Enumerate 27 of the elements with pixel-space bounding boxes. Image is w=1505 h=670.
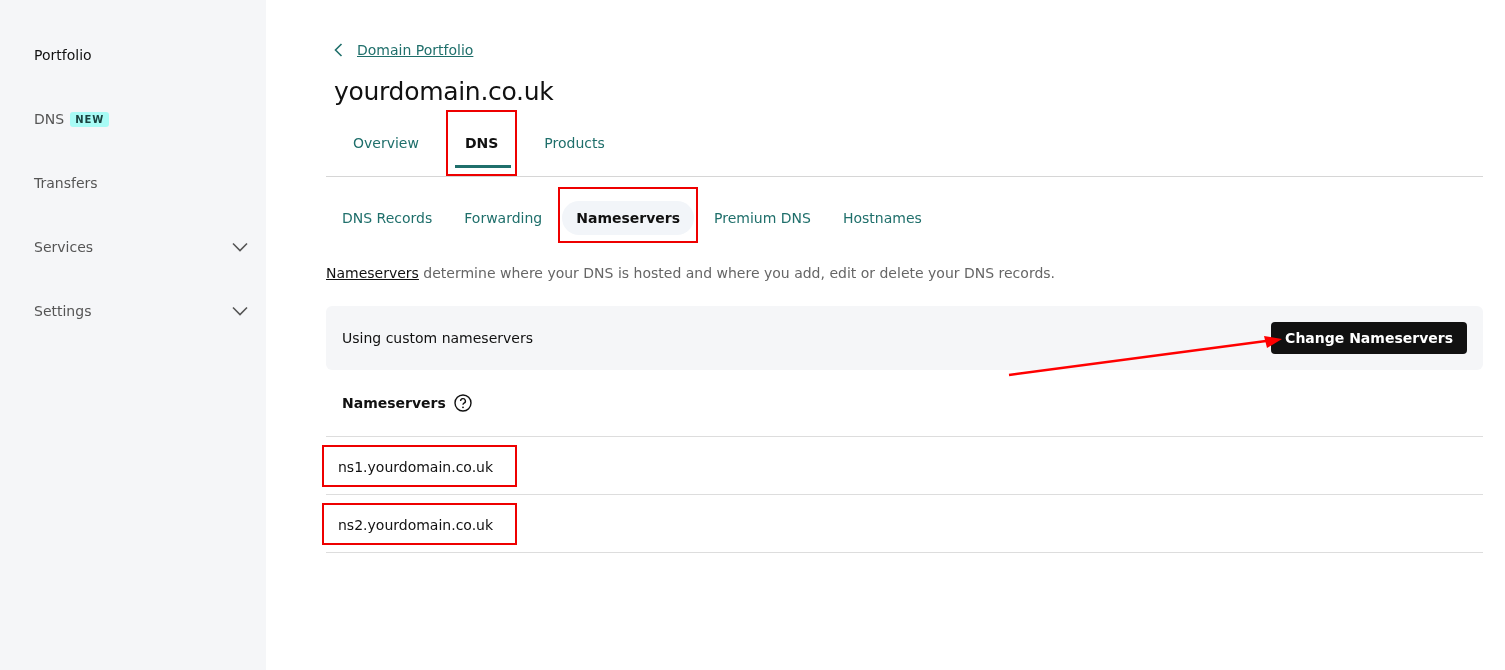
sidebar-item[interactable]: Services — [0, 215, 266, 279]
page-title: yourdomain.co.uk — [334, 77, 555, 106]
change-nameservers-button[interactable]: Change Nameservers — [1271, 322, 1467, 354]
new-badge: NEW — [70, 111, 110, 127]
back-chevron-icon[interactable] — [334, 43, 343, 57]
nameserver-value: ns1.yourdomain.co.uk — [322, 444, 518, 487]
chevron-down-icon — [232, 306, 248, 316]
sidebar-item[interactable]: Portfolio — [0, 23, 266, 87]
sub-tab[interactable]: Nameservers — [562, 201, 695, 235]
description-text: Nameservers determine where your DNS is hosted and where you add, edit or delete your DNS records. — [326, 265, 1057, 281]
sub-tab[interactable]: DNS Records — [328, 201, 447, 235]
sub-tab[interactable]: Premium DNS — [700, 201, 825, 235]
nameservers-link[interactable]: Nameservers — [326, 265, 419, 281]
tab[interactable]: Overview — [334, 110, 438, 176]
nameservers-heading: Nameservers — [342, 395, 446, 411]
status-text: Using custom nameservers — [342, 330, 533, 346]
breadcrumb-link[interactable]: Domain Portfolio — [357, 42, 474, 58]
sub-tab[interactable]: Hostnames — [828, 201, 936, 235]
nameserver-value: ns2.yourdomain.co.uk — [322, 502, 518, 545]
tab[interactable]: Products — [525, 110, 624, 176]
tab[interactable]: DNS — [445, 110, 518, 176]
help-icon[interactable] — [453, 394, 472, 412]
sidebar-item[interactable]: DNS NEW — [0, 87, 266, 151]
sidebar-item[interactable]: Transfers — [0, 151, 266, 215]
chevron-down-icon — [232, 242, 248, 252]
sidebar-item[interactable]: Settings — [0, 279, 266, 343]
sub-tab[interactable]: Forwarding — [450, 201, 557, 235]
